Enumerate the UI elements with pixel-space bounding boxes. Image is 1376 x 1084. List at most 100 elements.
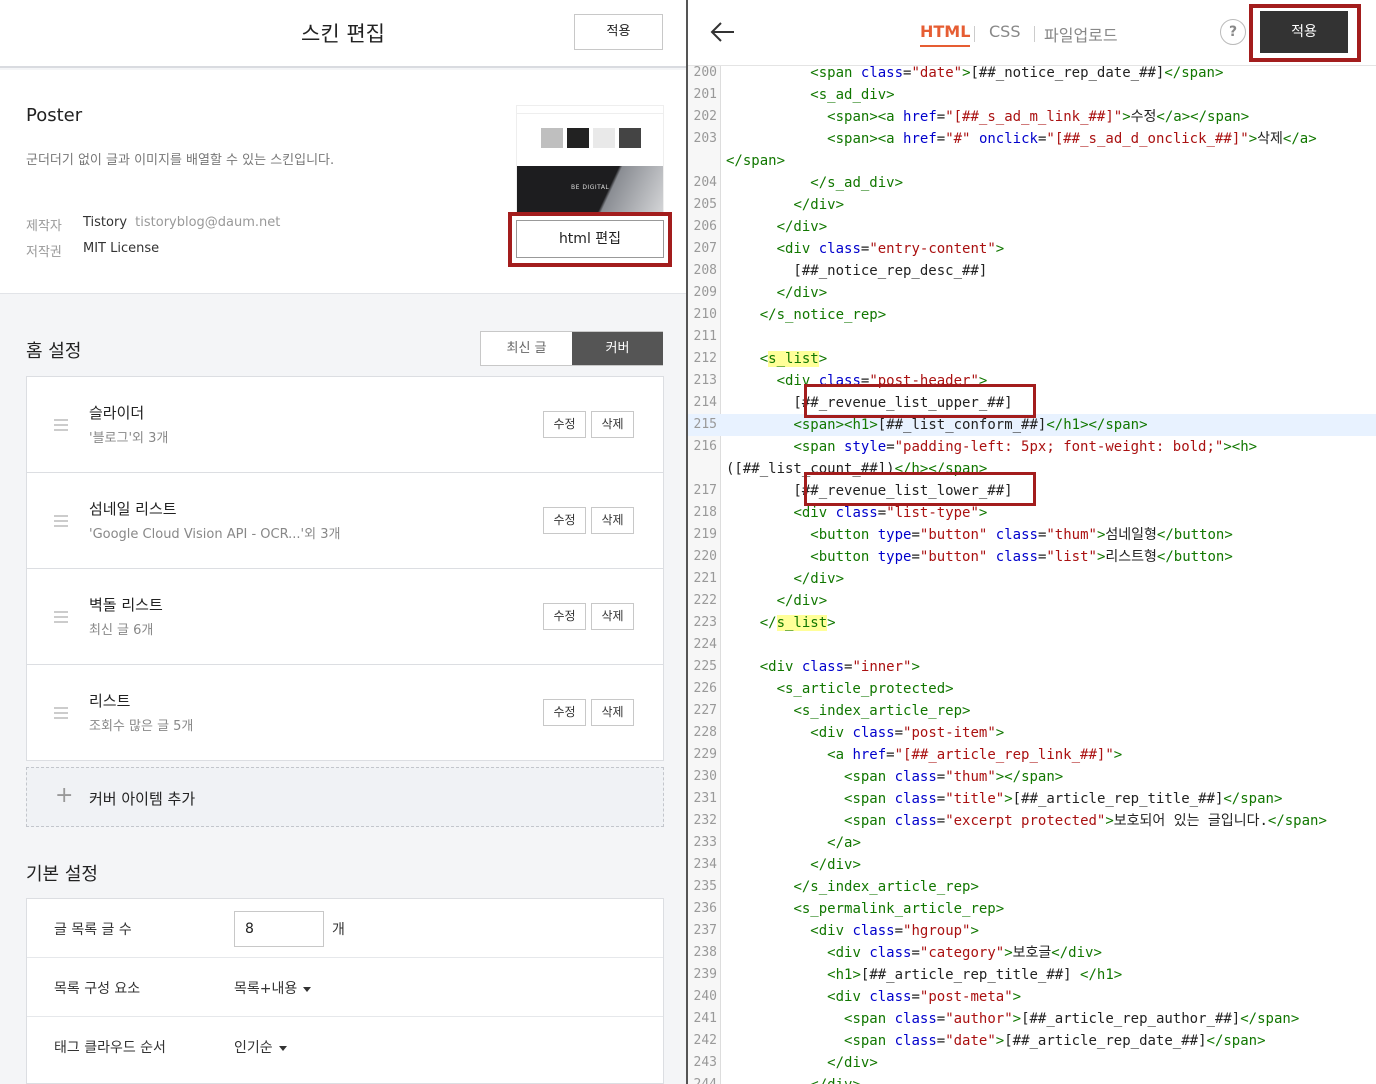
- line-number: 206: [693, 219, 717, 234]
- code-line[interactable]: 239 <h1>[##_article_rep_title_##] </h1>: [688, 964, 1376, 986]
- code-line[interactable]: 219 <button type="button" class="thum">섬…: [688, 524, 1376, 546]
- delete-button[interactable]: 삭제: [591, 507, 634, 534]
- skin-name: Poster: [26, 105, 83, 126]
- code-line[interactable]: 208 [##_notice_rep_desc_##]: [688, 260, 1376, 282]
- edit-button[interactable]: 수정: [543, 603, 586, 630]
- tab-separator: [974, 26, 975, 42]
- code-line[interactable]: 212 <s_list>: [688, 348, 1376, 370]
- code-line[interactable]: 209 </div>: [688, 282, 1376, 304]
- cover-item-summary: 최신 글 6개: [89, 623, 154, 638]
- author-value: Tistory tistoryblog@daum.net: [83, 215, 280, 230]
- code-text: <s_ad_div>: [810, 87, 895, 103]
- code-line[interactable]: 224: [688, 634, 1376, 656]
- edit-button[interactable]: 수정: [543, 507, 586, 534]
- html-editor-panel: HTML CSS 파일업로드 ? 적용 200 <span class="dat…: [688, 0, 1376, 1084]
- code-line[interactable]: 227 <s_index_article_rep>: [688, 700, 1376, 722]
- code-line[interactable]: 233 </a>: [688, 832, 1376, 854]
- code-line[interactable]: 205 </div>: [688, 194, 1376, 216]
- code-line[interactable]: 207 <div class="entry-content">: [688, 238, 1376, 260]
- code-text: </div>: [827, 1055, 878, 1071]
- line-number: 207: [693, 241, 717, 256]
- code-line[interactable]: 210 </s_notice_rep>: [688, 304, 1376, 326]
- delete-button[interactable]: 삭제: [591, 411, 634, 438]
- code-text: <div class="post-item">: [810, 725, 1005, 741]
- post-count-unit: 개: [332, 922, 345, 938]
- code-line[interactable]: 201 <s_ad_div>: [688, 84, 1376, 106]
- post-count-input[interactable]: 8: [234, 911, 324, 947]
- code-text: </span>: [726, 153, 786, 169]
- code-line[interactable]: 230 <span class="thum"></span>: [688, 766, 1376, 788]
- drag-handle-icon[interactable]: [54, 419, 68, 431]
- drag-handle-icon[interactable]: [54, 611, 68, 623]
- code-text: <s_list>: [759, 351, 828, 367]
- code-line[interactable]: 235 </s_index_article_rep>: [688, 876, 1376, 898]
- line-number: 222: [693, 593, 717, 608]
- code-line[interactable]: 238 <div class="category">보호글</div>: [688, 942, 1376, 964]
- code-line[interactable]: 220 <button type="button" class="list">리…: [688, 546, 1376, 568]
- tab-css[interactable]: CSS: [989, 22, 1020, 41]
- code-line[interactable]: 240 <div class="post-meta">: [688, 986, 1376, 1008]
- tab-file-upload[interactable]: 파일업로드: [1044, 22, 1118, 46]
- help-icon[interactable]: ?: [1220, 19, 1246, 45]
- code-text: <div class="entry-content">: [776, 241, 1005, 257]
- code-line[interactable]: 206 </div>: [688, 216, 1376, 238]
- code-line[interactable]: 236 <s_permalink_article_rep>: [688, 898, 1376, 920]
- code-line[interactable]: 244 </div>: [688, 1074, 1376, 1084]
- code-text: <div class="category">보호글</div>: [827, 945, 1102, 961]
- annotation-box-revenue-upper: [804, 384, 1036, 418]
- cover-item-summary: 조회수 많은 글 5개: [89, 719, 194, 734]
- code-line[interactable]: 222 </div>: [688, 590, 1376, 612]
- add-cover-item-button[interactable]: + 커버 아이템 추가: [26, 767, 664, 827]
- line-number: 220: [693, 549, 717, 564]
- code-line[interactable]: 234 </div>: [688, 854, 1376, 876]
- code-line[interactable]: 202 <span><a href="[##_s_ad_m_link_##]">…: [688, 106, 1376, 128]
- code-text: <span class="date">[##_notice_rep_date_#…: [810, 66, 1224, 81]
- code-line[interactable]: 225 <div class="inner">: [688, 656, 1376, 678]
- line-number: 204: [693, 175, 717, 190]
- code-line[interactable]: 232 <span class="excerpt protected">보호되어…: [688, 810, 1376, 832]
- code-line[interactable]: 229 <a href="[##_article_rep_link_##]">: [688, 744, 1376, 766]
- apply-button[interactable]: 적용: [574, 14, 663, 50]
- code-line[interactable]: 223 </s_list>: [688, 612, 1376, 634]
- plus-icon: +: [55, 783, 74, 808]
- cover-item-name: 벽돌 리스트: [89, 596, 163, 614]
- drag-handle-icon[interactable]: [54, 515, 68, 527]
- delete-button[interactable]: 삭제: [591, 603, 634, 630]
- tab-latest-posts[interactable]: 최신 글: [481, 332, 572, 365]
- code-line[interactable]: 226 <s_article_protected>: [688, 678, 1376, 700]
- code-line[interactable]: 241 <span class="author">[##_article_rep…: [688, 1008, 1376, 1030]
- code-text: </div>: [776, 285, 828, 301]
- code-line[interactable]: 211: [688, 326, 1376, 348]
- code-line[interactable]: 200 <span class="date">[##_notice_rep_da…: [688, 66, 1376, 84]
- delete-button[interactable]: 삭제: [591, 699, 634, 726]
- cover-item-name: 슬라이더: [89, 404, 145, 422]
- tab-separator: [1034, 26, 1035, 42]
- code-line[interactable]: 204 </s_ad_div>: [688, 172, 1376, 194]
- tag-order-dropdown[interactable]: 인기순: [234, 1037, 287, 1057]
- drag-handle-icon[interactable]: [54, 707, 68, 719]
- code-text: <s_article_protected>: [776, 681, 954, 697]
- edit-button[interactable]: 수정: [543, 411, 586, 438]
- code-line[interactable]: 231 <span class="title">[##_article_rep_…: [688, 788, 1376, 810]
- tab-cover[interactable]: 커버: [572, 332, 663, 365]
- list-elements-dropdown[interactable]: 목록+내용: [234, 978, 312, 998]
- code-line[interactable]: 221 </div>: [688, 568, 1376, 590]
- line-number: 216: [693, 439, 717, 454]
- code-text: <div class="hgroup">: [810, 923, 979, 939]
- annotation-box-apply: [1249, 4, 1361, 62]
- skin-info-card: Poster 군더더기 없이 글과 이미지를 배열할 수 있는 스킨입니다. 제…: [0, 70, 686, 294]
- code-line[interactable]: 203 <span><a href="#" onclick="[##_s_ad_…: [688, 128, 1376, 150]
- code-line[interactable]: 216 <span style="padding-left: 5px; font…: [688, 436, 1376, 458]
- code-line[interactable]: 243 </div>: [688, 1052, 1376, 1074]
- code-line[interactable]: 237 <div class="hgroup">: [688, 920, 1376, 942]
- tab-html[interactable]: HTML: [920, 22, 971, 47]
- edit-button[interactable]: 수정: [543, 699, 586, 726]
- line-number: 235: [693, 879, 717, 894]
- code-text: </div>: [726, 1074, 861, 1084]
- code-line[interactable]: 242 <span class="date">[##_article_rep_d…: [688, 1030, 1376, 1052]
- code-line[interactable]: 228 <div class="post-item">: [688, 722, 1376, 744]
- code-line[interactable]: </span>: [688, 150, 1376, 172]
- back-arrow-icon[interactable]: [710, 20, 736, 44]
- line-number: 212: [693, 351, 717, 366]
- code-editor[interactable]: 200 <span class="date">[##_notice_rep_da…: [688, 66, 1376, 1084]
